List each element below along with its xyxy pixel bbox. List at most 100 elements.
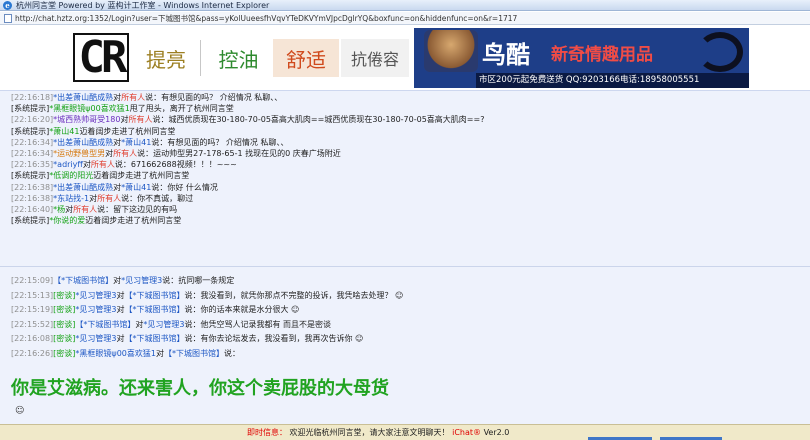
chat-username[interactable]: 【*下城图书馆】 [53,276,113,285]
chat-target[interactable]: 所有人 [97,194,121,203]
chat-line: [22:16:34]*出差萧山酷成熟对*萧山41说：有想见面的吗？ 介绍情况 私… [11,137,288,148]
chat-username[interactable]: *adriyff [53,160,83,169]
chat-target[interactable]: 【*下城图书馆】 [125,291,185,300]
ad-word-1[interactable]: 提亮 [136,39,196,77]
chat-text: 说：有想见面的吗？ 介绍情况 私聊、、 [151,137,289,147]
chat-line: [22:16:34]*运动野兽型男对所有人说：运动帅型男27-178-65-1 … [11,148,341,159]
chat-connector: 对 [116,305,125,315]
chat-line: [22:16:18]*出差萧山酷成熟对所有人说：有想见面的吗？ 介绍情况 私聊、… [11,92,282,103]
chat-target[interactable]: 【*下城图书馆】 [164,349,224,358]
status-label: 即时信息： [247,428,287,437]
chat-timestamp: [22:16:20] [11,115,54,125]
chat-timestamp: [22:16:26] [11,349,54,358]
private-chat-line: [22:15:52][密谈]【*下城图书馆】对*见习管理3说：他凭空骂人记录我都… [11,319,331,330]
chat-username[interactable]: *黑框眼镜ψ00喜欢猛1 [75,349,156,358]
chat-timestamp: [22:16:08] [11,334,54,344]
chat-connector: 对 [116,290,125,300]
chat-username[interactable]: *杨 [53,205,65,214]
chat-username[interactable]: *见习管理3 [75,291,116,300]
chat-username[interactable]: *运动野兽型男 [53,149,105,158]
chat-target[interactable]: 【*下城图书馆】 [125,334,185,343]
private-tag: [密谈] [53,319,76,329]
private-chat-line: [22:15:13][密谈]*见习管理3对【*下城图书馆】说：我没看到，就凭你那… [11,290,403,301]
status-message: 欢迎光临杭州同言堂，请大家注意文明聊天！ [289,428,450,437]
chat-line: [22:16:40]*杨对所有人说：留下这边见的有吗 [11,204,177,215]
private-chat-line: [22:16:26][密谈]*黑框眼镜ψ00喜欢猛1对【*下城图书馆】说： [11,348,240,359]
chat-target[interactable]: *见习管理3 [121,276,162,285]
chat-target[interactable]: 所有人 [128,115,152,124]
system-tag: [系统提示] [11,104,50,114]
chat-connector: 对 [82,160,91,170]
chat-timestamp: [22:15:09] [11,276,54,285]
chat-username[interactable]: *出差萧山酷成熟 [53,138,113,147]
chat-timestamp: [22:16:35] [11,160,54,170]
chat-target[interactable]: 【*下城图书馆】 [125,305,185,314]
status-bar: 即时信息： 欢迎光临杭州同言堂，请大家注意文明聊天！ iChat® Ver2.0 [0,424,810,440]
chat-username[interactable]: 【*下城图书馆】 [75,320,135,329]
private-chat-line: [22:16:08][密谈]*见习管理3对【*下城图书馆】说：有你去论坛发去，我… [11,333,363,344]
chat-username[interactable]: *萧山41 [49,127,79,136]
chat-connector: 对 [113,276,122,285]
system-tag: [系统提示] [11,126,50,136]
page-icon [4,13,12,23]
chat-username[interactable]: *城西熟帅哥受180 [53,115,120,124]
brand-logo[interactable]: CR [73,32,129,83]
chat-username[interactable]: *见习管理3 [75,305,116,314]
chat-connector: 对 [113,137,122,147]
chat-target[interactable]: *见习管理3 [143,320,184,329]
chat-text: 说：有想见面的吗？ 介绍情况 私聊、、 [145,93,283,102]
ad-word-4[interactable]: 抗倦容 [341,39,409,77]
chat-target[interactable]: *萧山41 [121,138,151,147]
chat-connector: 对 [116,334,125,344]
chat-text: 说： [223,349,240,358]
shop-ad-brand: 鸟酷 [482,41,530,69]
chat-text: 说：抗同哪一条规定 [162,276,235,285]
chat-target[interactable]: 所有人 [121,93,145,102]
chat-username[interactable]: *你说的爱 [49,216,85,225]
chat-text: 说：运动帅型男27-178-65-1 找现在见的0 庆春广场附近 [137,149,341,158]
chat-connector: 对 [113,93,122,102]
chat-text: 甩了甩头，离开了杭州同言堂 [129,104,234,114]
window-title-bar: e 杭州同言堂 Powered by 蓝构计工作室 - Windows Inte… [0,0,810,11]
chat-timestamp: [22:16:18] [11,93,54,102]
address-bar[interactable]: http://chat.hztz.org:1352/Login?user=下城图… [0,12,810,25]
chat-username[interactable]: *见习管理3 [75,334,116,343]
version-brand: iChat® [452,428,482,437]
chat-timestamp: [22:16:34] [11,137,54,147]
chat-text: 迈着阔步走进了杭州同言堂 [93,171,190,181]
address-url[interactable]: http://chat.hztz.org:1352/Login?user=下城图… [15,13,517,24]
chat-text: 说：你的话本来就是水分很大 ☺ [184,305,300,315]
window-title: 杭州同言堂 Powered by 蓝构计工作室 - Windows Intern… [16,0,270,10]
chat-text: 迈着阔步走进了杭州同言堂 [79,126,176,136]
chat-username[interactable]: *低调的阳光 [49,171,93,180]
chat-timestamp: [22:16:38] [11,182,54,192]
system-tag: [系统提示] [11,171,50,181]
chat-text: 说：你不真诚，聊过 [121,193,194,203]
chat-line: [系统提示]*低调的阳光迈着阔步走进了杭州同言堂 [11,170,189,181]
system-tag: [系统提示] [11,216,50,226]
chat-target[interactable]: 所有人 [73,205,97,214]
chat-connector: 对 [89,193,98,203]
chat-username[interactable]: *出差萧山酷成熟 [53,93,113,102]
chat-username[interactable]: *出差萧山酷成熟 [53,183,113,192]
chat-line: [22:16:38]*东站找-1对所有人说：你不真诚，聊过 [11,193,193,204]
chat-username[interactable]: *东站找-1 [53,194,89,203]
chat-target[interactable]: 所有人 [113,149,137,158]
chat-username[interactable]: *黑框眼镜ψ00喜欢猛1 [49,104,130,113]
chat-timestamp: [22:16:34] [11,149,54,158]
chat-connector: 对 [113,182,122,192]
ad-word-3[interactable]: 舒适 [273,39,339,77]
chat-text: 迈着阔步走进了杭州同言堂 [85,216,182,226]
chat-connector: 对 [105,149,114,158]
ad-banner: CR 提亮 控油 舒适 抗倦容 鸟酷 新奇情趣用品 市区200元起免费送货 QQ… [0,26,810,89]
ad-model-image [424,30,478,72]
chat-line: [系统提示]*你说的爱迈着阔步走进了杭州同言堂 [11,215,181,226]
chat-target[interactable]: 所有人 [91,160,115,169]
chat-timestamp: [22:15:19] [11,305,54,315]
chat-line: [22:16:35]*adriyff对所有人说：671662688视频！！！~~… [11,159,237,170]
shop-ad[interactable]: 鸟酷 新奇情趣用品 市区200元起免费送货 QQ:9203166电话:18958… [414,28,749,88]
private-chat-line: [22:15:09]【*下城图书馆】对*见习管理3说：抗同哪一条规定 [11,275,234,286]
private-chat-line: [22:15:19][密谈]*见习管理3对【*下城图书馆】说：你的话本来就是水分… [11,304,299,315]
chat-target[interactable]: *萧山41 [121,183,151,192]
ad-word-2[interactable]: 控油 [205,39,272,77]
